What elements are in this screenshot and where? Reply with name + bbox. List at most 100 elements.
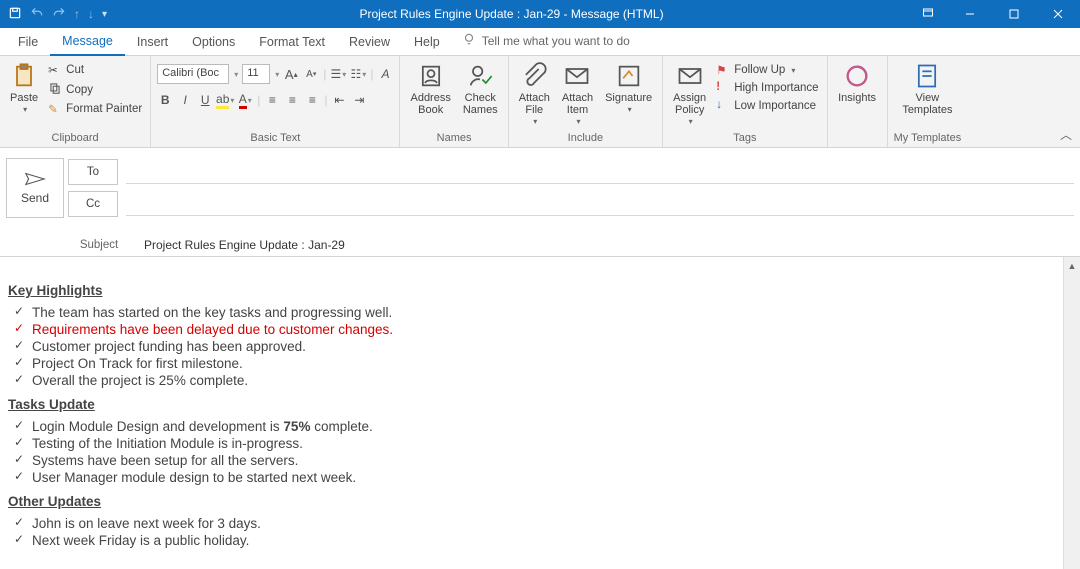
scissors-icon: ✂: [48, 63, 62, 77]
down-icon[interactable]: ↓: [88, 7, 94, 21]
message-body-area[interactable]: Key Highlights The team has started on t…: [0, 257, 1080, 569]
signature-button[interactable]: Signature▾: [601, 60, 656, 117]
address-book-button[interactable]: Address Book: [406, 60, 454, 118]
highlight-button[interactable]: ab▾: [217, 92, 233, 108]
qat-customize-icon[interactable]: ▾: [102, 9, 107, 20]
align-right-icon[interactable]: ≡: [304, 92, 320, 108]
save-icon[interactable]: [8, 6, 22, 23]
attach-file-button[interactable]: Attach File▾: [515, 60, 554, 129]
align-center-icon[interactable]: ≡: [284, 92, 300, 108]
italic-button[interactable]: I: [177, 92, 193, 108]
shrink-font-icon[interactable]: A▾: [303, 66, 319, 82]
to-field[interactable]: [126, 160, 1074, 184]
copy-label: Copy: [66, 84, 93, 96]
compose-header: Send To Cc: [0, 148, 1080, 226]
follow-up-button[interactable]: ⚑Follow Up▾: [714, 62, 820, 78]
outdent-icon[interactable]: ⇤: [331, 92, 347, 108]
chevron-down-icon: ▾: [791, 66, 795, 75]
signature-label: Signature: [605, 92, 652, 104]
underline-button[interactable]: U: [197, 92, 213, 108]
bold-button[interactable]: B: [157, 92, 173, 108]
title-bar: ↑ ↓ ▾ Project Rules Engine Update : Jan-…: [0, 0, 1080, 28]
paste-button[interactable]: Paste ▾: [6, 60, 42, 117]
list-item: The team has started on the key tasks an…: [32, 304, 1072, 321]
follow-up-label: Follow Up: [734, 64, 785, 76]
group-label-names: Names: [406, 131, 501, 147]
format-painter-button[interactable]: ✎Format Painter: [46, 101, 144, 117]
low-importance-icon: ↓: [716, 99, 730, 113]
tell-me[interactable]: Tell me what you want to do: [452, 28, 640, 55]
cc-button[interactable]: Cc: [68, 191, 118, 217]
cc-field[interactable]: [126, 192, 1074, 216]
font-size-input[interactable]: 11: [242, 64, 270, 84]
indent-icon[interactable]: ⇥: [351, 92, 367, 108]
assign-policy-button[interactable]: Assign Policy ▾: [669, 60, 710, 129]
send-button[interactable]: Send: [6, 158, 64, 218]
bullets-icon[interactable]: ☰▾: [330, 66, 346, 82]
cut-button[interactable]: ✂Cut: [46, 62, 144, 78]
chevron-down-icon[interactable]: ▾: [275, 70, 279, 79]
insights-label: Insights: [838, 92, 876, 104]
chevron-down-icon: ▾: [576, 118, 580, 127]
group-label-basic-text: Basic Text: [157, 131, 393, 147]
section-heading: Key Highlights: [8, 283, 1072, 298]
copy-icon: [48, 81, 62, 98]
font-name-input[interactable]: Calibri (Boc: [157, 64, 229, 84]
low-importance-button[interactable]: ↓ Low Importance: [714, 98, 820, 114]
tab-insert[interactable]: Insert: [125, 31, 180, 55]
tab-options[interactable]: Options: [180, 31, 247, 55]
list-item: Overall the project is 25% complete.: [32, 372, 1072, 389]
tab-format-text[interactable]: Format Text: [247, 31, 337, 55]
window-title: Project Rules Engine Update : Jan-29 - M…: [115, 7, 908, 21]
check-names-button[interactable]: Check Names: [459, 60, 502, 118]
assign-policy-label: Assign Policy: [673, 92, 706, 116]
checklist: Login Module Design and development is 7…: [8, 418, 1072, 486]
numbering-icon[interactable]: ☷▾: [350, 66, 366, 82]
high-importance-label: High Importance: [734, 82, 818, 94]
group-insights: Insights: [828, 56, 888, 147]
minimize-button[interactable]: [948, 0, 992, 28]
copy-button[interactable]: Copy: [46, 80, 144, 99]
insights-button[interactable]: Insights: [834, 60, 880, 106]
view-templates-label: View Templates: [902, 92, 952, 116]
subject-row: Subject Project Rules Engine Update : Ja…: [0, 226, 1080, 257]
paintbrush-icon: ✎: [48, 102, 62, 116]
tab-file[interactable]: File: [6, 31, 50, 55]
subject-field[interactable]: Project Rules Engine Update : Jan-29: [144, 238, 345, 252]
collapse-ribbon-icon[interactable]: ︿: [1060, 126, 1072, 143]
group-templates: View Templates My Templates: [888, 56, 968, 147]
tab-message[interactable]: Message: [50, 30, 125, 56]
clear-formatting-icon[interactable]: A: [377, 66, 393, 82]
send-label: Send: [21, 191, 49, 205]
to-button[interactable]: To: [68, 159, 118, 185]
group-label-clipboard: Clipboard: [6, 131, 144, 147]
align-left-icon[interactable]: ≡: [264, 92, 280, 108]
tab-review[interactable]: Review: [337, 31, 402, 55]
high-importance-button[interactable]: ! High Importance: [714, 80, 820, 96]
font-color-button[interactable]: A▾: [237, 92, 253, 108]
scroll-up-icon[interactable]: ▲: [1064, 257, 1080, 274]
chevron-down-icon: ▾: [689, 118, 693, 127]
redo-icon[interactable]: [52, 6, 66, 23]
high-importance-icon: !: [716, 81, 730, 95]
close-button[interactable]: [1036, 0, 1080, 28]
subject-label: Subject: [74, 239, 124, 251]
tab-help[interactable]: Help: [402, 31, 452, 55]
section-heading: Other Updates: [8, 494, 1072, 509]
group-include: Attach File▾ Attach Item▾ Signature▾ Inc…: [509, 56, 663, 147]
low-importance-label: Low Importance: [734, 100, 816, 112]
ribbon: Paste ▾ ✂Cut Copy ✎Format Painter Clipbo…: [0, 56, 1080, 148]
maximize-button[interactable]: [992, 0, 1036, 28]
ribbon-display-icon[interactable]: [908, 7, 948, 22]
chevron-down-icon[interactable]: ▾: [234, 70, 238, 79]
attach-item-button[interactable]: Attach Item▾: [558, 60, 597, 129]
scrollbar[interactable]: ▲: [1063, 257, 1080, 569]
up-icon[interactable]: ↑: [74, 7, 80, 21]
chevron-down-icon: ▾: [23, 106, 27, 115]
group-label-tags: Tags: [669, 131, 820, 147]
view-templates-button[interactable]: View Templates: [898, 60, 956, 118]
group-label-templates: My Templates: [894, 131, 962, 147]
list-item: Requirements have been delayed due to cu…: [32, 321, 1072, 338]
undo-icon[interactable]: [30, 6, 44, 23]
grow-font-icon[interactable]: A▴: [283, 66, 299, 82]
